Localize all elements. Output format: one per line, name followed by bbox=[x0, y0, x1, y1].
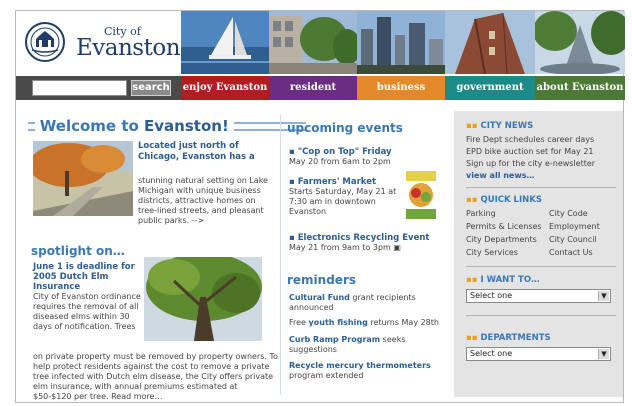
quick-link[interactable]: Permits & Licenses bbox=[466, 222, 542, 231]
event-item: ▪ "Cop on Top" Friday May 20 from 6am to… bbox=[289, 147, 439, 167]
city-logo[interactable]: City of Evanston bbox=[16, 11, 181, 76]
reminder-link[interactable]: Curb Ramp Program bbox=[289, 335, 380, 344]
welcome-body-text: stunning natural setting on Lake Michiga… bbox=[138, 176, 268, 225]
event-title-link[interactable]: ▪ Electronics Recycling Event bbox=[289, 233, 439, 243]
nav-tab-business[interactable]: business bbox=[357, 76, 445, 100]
event-title-link[interactable]: ▪ "Cop on Top" Friday bbox=[289, 147, 439, 157]
reminder-item[interactable]: Recycle mercury thermometers program ext… bbox=[289, 361, 449, 381]
nav-bar: search enjoy Evanston resident business … bbox=[16, 76, 625, 100]
spotlight-body-text-continued: on private property must be removed by p… bbox=[33, 352, 278, 401]
i-want-to-select[interactable]: Select one ▼ bbox=[466, 289, 611, 303]
view-all-news-link[interactable]: view all news… bbox=[466, 170, 535, 181]
search-button[interactable]: search bbox=[131, 80, 171, 96]
nav-tab-government[interactable]: government bbox=[445, 76, 535, 100]
event-title: "Cop on Top" Friday bbox=[297, 147, 392, 157]
spotlight-heading: spotlight on… bbox=[31, 244, 125, 258]
page-frame: City of Evanston search enjoy Evanston r… bbox=[15, 10, 625, 403]
event-detail: May 21 from 9am to 3pm ▣ bbox=[289, 243, 401, 252]
reminder-link[interactable]: Cultural Fund bbox=[289, 293, 350, 302]
quick-link[interactable]: Employment bbox=[549, 222, 600, 231]
header-photo-street bbox=[269, 11, 357, 74]
i-want-to-heading: ▪▪ I WANT TO… bbox=[466, 275, 540, 285]
city-news-heading: ▪▪ CITY NEWS bbox=[466, 121, 534, 131]
reminder-item[interactable]: Free youth fishing returns May 28th bbox=[289, 318, 449, 328]
header-photo-architecture bbox=[445, 11, 535, 74]
heading-rule-left bbox=[28, 122, 35, 131]
news-item[interactable]: Fire Dept schedules career days bbox=[466, 134, 594, 145]
upcoming-events-heading: upcoming events bbox=[287, 121, 403, 135]
reminders-heading: reminders bbox=[287, 273, 357, 287]
welcome-lead-text[interactable]: Located just north of Chicago, Evanston … bbox=[138, 141, 273, 163]
event-detail: Starts Saturday, May 21 at 7:30 am in do… bbox=[289, 187, 397, 216]
quick-link[interactable]: City Council bbox=[549, 235, 597, 244]
header-photo-sailboat bbox=[181, 11, 269, 74]
bullet-icon: ▪ bbox=[289, 233, 298, 243]
sidebar-divider bbox=[466, 266, 616, 267]
quick-links-heading: ▪▪ QUICK LINKS bbox=[466, 195, 542, 205]
calendar-icon[interactable]: ▣ bbox=[393, 243, 401, 252]
quick-link[interactable]: City Services bbox=[466, 248, 518, 257]
event-item: ▪ Electronics Recycling Event May 21 fro… bbox=[289, 233, 439, 253]
reminder-item[interactable]: Cultural Fund grant recipients announced bbox=[289, 293, 449, 313]
logo-evanston: Evanston bbox=[76, 35, 181, 61]
nav-tab-enjoy-evanston[interactable]: enjoy Evanston bbox=[181, 76, 269, 100]
square-bullet-icon: ▪▪ bbox=[466, 121, 481, 131]
welcome-lakefront-photo bbox=[29, 141, 133, 216]
square-bullet-icon: ▪▪ bbox=[466, 195, 481, 205]
reminder-link[interactable]: youth fishing bbox=[309, 318, 368, 327]
sidebar: ▪▪ CITY NEWS Fire Dept schedules career … bbox=[454, 111, 623, 397]
city-seal-icon bbox=[25, 22, 65, 62]
farmers-market-logo-icon bbox=[404, 171, 438, 221]
search-input[interactable] bbox=[32, 80, 127, 96]
reminder-item[interactable]: Curb Ramp Program seeks suggestions bbox=[289, 335, 449, 355]
bullet-icon: ▪ bbox=[289, 177, 298, 187]
square-bullet-icon: ▪▪ bbox=[466, 333, 481, 343]
departments-select[interactable]: Select one ▼ bbox=[466, 347, 611, 361]
welcome-title-prefix: Welcome to bbox=[39, 117, 145, 135]
spotlight-body-text: City of Evanston ordinance requires the … bbox=[33, 292, 141, 331]
event-title-link[interactable]: ▪ Farmers' Market bbox=[289, 177, 397, 187]
nav-tab-about-evanston[interactable]: about Evanston bbox=[535, 76, 625, 100]
event-title: Electronics Recycling Event bbox=[297, 233, 430, 243]
column-divider bbox=[280, 115, 281, 395]
departments-heading: ▪▪ DEPARTMENTS bbox=[466, 333, 551, 343]
bullet-icon: ▪ bbox=[289, 147, 298, 157]
quick-link[interactable]: City Departments bbox=[466, 235, 537, 244]
welcome-title-name: Evanston! bbox=[144, 117, 229, 135]
event-detail: May 20 from 6am to 2pm bbox=[289, 157, 391, 166]
dropdown-arrow-icon: ▼ bbox=[598, 291, 609, 301]
sidebar-divider bbox=[466, 187, 616, 188]
quick-link[interactable]: Parking bbox=[466, 209, 496, 218]
quick-link[interactable]: Contact Us bbox=[549, 248, 593, 257]
nav-tab-resident[interactable]: resident bbox=[269, 76, 357, 100]
news-item[interactable]: Sign up for the city e-newsletter bbox=[466, 158, 595, 169]
event-title: Farmers' Market bbox=[297, 177, 377, 187]
spotlight-headline-link[interactable]: June 1 is deadline for 2005 Dutch Elm In… bbox=[33, 262, 143, 292]
square-bullet-icon: ▪▪ bbox=[466, 275, 481, 285]
quick-link[interactable]: City Code bbox=[549, 209, 588, 218]
reminder-link[interactable]: Recycle mercury thermometers bbox=[289, 361, 431, 370]
event-item: ▪ Farmers' Market Starts Saturday, May 2… bbox=[289, 177, 397, 217]
dropdown-arrow-icon: ▼ bbox=[598, 349, 609, 359]
news-item[interactable]: EPD bike auction set for May 21 bbox=[466, 146, 594, 157]
header-photo-skyline bbox=[357, 11, 445, 74]
spotlight-elm-photo bbox=[144, 253, 262, 341]
welcome-heading: Welcome to Evanston! bbox=[28, 117, 306, 135]
sidebar-divider bbox=[466, 315, 616, 316]
header-photo-fountain bbox=[535, 11, 625, 74]
